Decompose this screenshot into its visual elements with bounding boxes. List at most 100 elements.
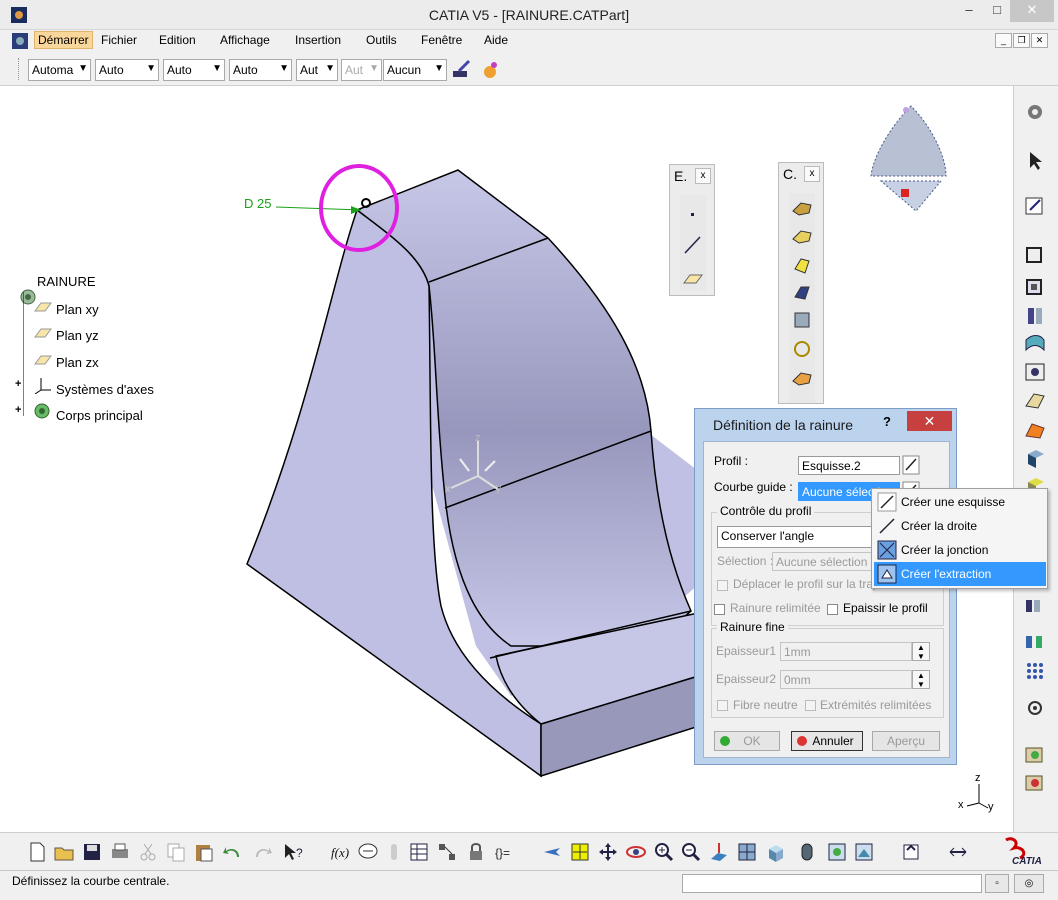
painter-icon[interactable] [451, 59, 473, 81]
menu-aide[interactable]: Aide [481, 33, 511, 47]
mdi-minimize-button[interactable]: _ [995, 33, 1012, 48]
status-toggle-button[interactable]: ▫ [985, 874, 1009, 893]
sketcher-icon[interactable] [1022, 194, 1048, 218]
paste-icon[interactable] [193, 841, 215, 863]
epaisseur2-field[interactable]: 0mm [780, 670, 912, 689]
zoom-in-icon[interactable] [653, 841, 675, 863]
epaissir-profil-checkbox[interactable] [827, 604, 838, 615]
redo-icon[interactable] [252, 841, 274, 863]
tree-item-plan-xy[interactable]: Plan xy [56, 302, 99, 317]
scale-icon[interactable] [1022, 696, 1048, 720]
c-toolbar-icons[interactable] [789, 193, 815, 403]
tree-item-plan-zx[interactable]: Plan zx [56, 355, 99, 370]
rib-icon[interactable] [1022, 388, 1048, 412]
menu-outils[interactable]: Outils [363, 33, 400, 47]
formula-icon[interactable]: f(x) [330, 841, 352, 863]
tree-item-plan-yz[interactable]: Plan yz [56, 328, 99, 343]
menu-fichier[interactable]: Fichier [98, 33, 140, 47]
pan-icon[interactable] [597, 841, 619, 863]
status-settings-button[interactable]: ◎ [1014, 874, 1044, 893]
profil-field[interactable]: Esquisse.2 [798, 456, 900, 475]
swap-visible-icon[interactable] [853, 841, 875, 863]
menu-edition[interactable]: Edition [156, 33, 199, 47]
annuler-button[interactable]: Annuler [791, 731, 863, 751]
mdi-restore-button[interactable]: ❐ [1013, 33, 1030, 48]
ctx-creer-extraction[interactable]: Créer l'extraction [874, 562, 1046, 586]
gear-icon[interactable] [1022, 100, 1048, 124]
open-folder-icon[interactable] [53, 841, 75, 863]
pad-icon[interactable] [1022, 242, 1048, 266]
select-arrow-icon[interactable] [1022, 148, 1048, 172]
tree-item-systemes-axes[interactable]: Systèmes d'axes [56, 382, 154, 397]
menu-affichage[interactable]: Affichage [217, 33, 273, 47]
print-icon[interactable] [109, 841, 131, 863]
floating-toolbar-c-close[interactable]: x [804, 166, 820, 182]
lineweight-combo[interactable]: Auto ▼ [229, 59, 292, 81]
floating-toolbar-e-close[interactable]: x [695, 168, 711, 184]
linetype-combo[interactable]: Auto ▼ [163, 59, 225, 81]
layer-style-combo[interactable]: Aut ▼ [341, 59, 382, 81]
groove-icon[interactable] [1022, 332, 1048, 356]
new-file-icon[interactable] [26, 841, 48, 863]
pattern-icon[interactable] [1022, 594, 1048, 618]
lock-icon[interactable] [465, 841, 487, 863]
copy-icon[interactable] [165, 841, 187, 863]
fibre-neutre-checkbox[interactable] [717, 700, 728, 711]
iso-view-icon[interactable] [764, 841, 786, 863]
close-button[interactable]: ✕ [1010, 0, 1054, 22]
whats-this-icon[interactable]: ? [282, 841, 304, 863]
grid-pattern-icon[interactable] [1022, 658, 1048, 682]
deplacer-profil-checkbox[interactable] [717, 580, 728, 591]
tree-item-corps-principal[interactable]: Corps principal [56, 408, 143, 423]
table-icon[interactable] [408, 841, 430, 863]
epaisseur1-spinner[interactable]: ▲ ▼ [912, 642, 930, 661]
ctx-creer-droite[interactable]: Créer la droite [874, 514, 1046, 538]
comment-icon[interactable] [357, 841, 379, 863]
rainure-relimitee-checkbox[interactable] [714, 604, 725, 615]
mirror-icon[interactable] [1022, 630, 1048, 654]
fly-mode-icon[interactable] [541, 841, 563, 863]
e-toolbar-icons[interactable] [680, 195, 706, 291]
assemble-icon[interactable] [1022, 770, 1048, 794]
parameters-icon[interactable] [436, 841, 458, 863]
tree-root-rainure[interactable]: RAINURE [37, 274, 96, 289]
ok-button[interactable]: OK [714, 731, 780, 751]
normal-view-icon[interactable] [708, 841, 730, 863]
expand-body-icon[interactable]: + [15, 404, 21, 416]
graphic-properties-icon[interactable] [479, 59, 501, 81]
minimize-button[interactable]: – [955, 0, 983, 22]
fit-all-icon[interactable] [569, 841, 591, 863]
document-icon[interactable] [11, 32, 29, 50]
rules-icon[interactable]: {}= [493, 841, 515, 863]
mdi-close-button[interactable]: ✕ [1031, 33, 1048, 48]
pocket-icon[interactable] [1022, 274, 1048, 298]
dialog-help-button[interactable]: ? [883, 414, 891, 429]
multi-view-icon[interactable] [736, 841, 758, 863]
knowledge-icon[interactable] [383, 841, 405, 863]
epaisseur1-field[interactable]: 1mm [780, 642, 912, 661]
shading-icon[interactable] [796, 841, 818, 863]
apercu-button[interactable]: Aperçu [872, 731, 940, 751]
undo-icon[interactable] [221, 841, 243, 863]
menu-insertion[interactable]: Insertion [292, 33, 344, 47]
zoom-out-icon[interactable] [680, 841, 702, 863]
color-combo[interactable]: Automa ▼ [28, 59, 91, 81]
point-style-combo[interactable]: Aut ▼ [296, 59, 338, 81]
command-input[interactable] [682, 874, 982, 893]
floating-toolbar-c[interactable]: C. x [778, 162, 824, 404]
dialog-close-button[interactable]: ✕ [907, 411, 952, 431]
transparency-combo[interactable]: Auto ▼ [95, 59, 159, 81]
extremites-relimitees-checkbox[interactable] [805, 700, 816, 711]
update-icon[interactable] [900, 841, 922, 863]
slot-icon[interactable] [1022, 418, 1048, 442]
menu-fenetre[interactable]: Fenêtre [418, 33, 465, 47]
expand-axes-icon[interactable]: + [15, 378, 21, 390]
dimension-label[interactable]: D 25 [244, 196, 271, 211]
boolean-icon[interactable] [1022, 742, 1048, 766]
cut-icon[interactable] [137, 841, 159, 863]
layer-combo[interactable]: Aucun ▼ [383, 59, 447, 81]
menu-demarrer[interactable]: Démarrer [34, 31, 93, 49]
epaisseur2-spinner[interactable]: ▲ ▼ [912, 670, 930, 689]
maximize-button[interactable]: □ [983, 0, 1011, 22]
loft-icon[interactable] [1022, 446, 1048, 470]
